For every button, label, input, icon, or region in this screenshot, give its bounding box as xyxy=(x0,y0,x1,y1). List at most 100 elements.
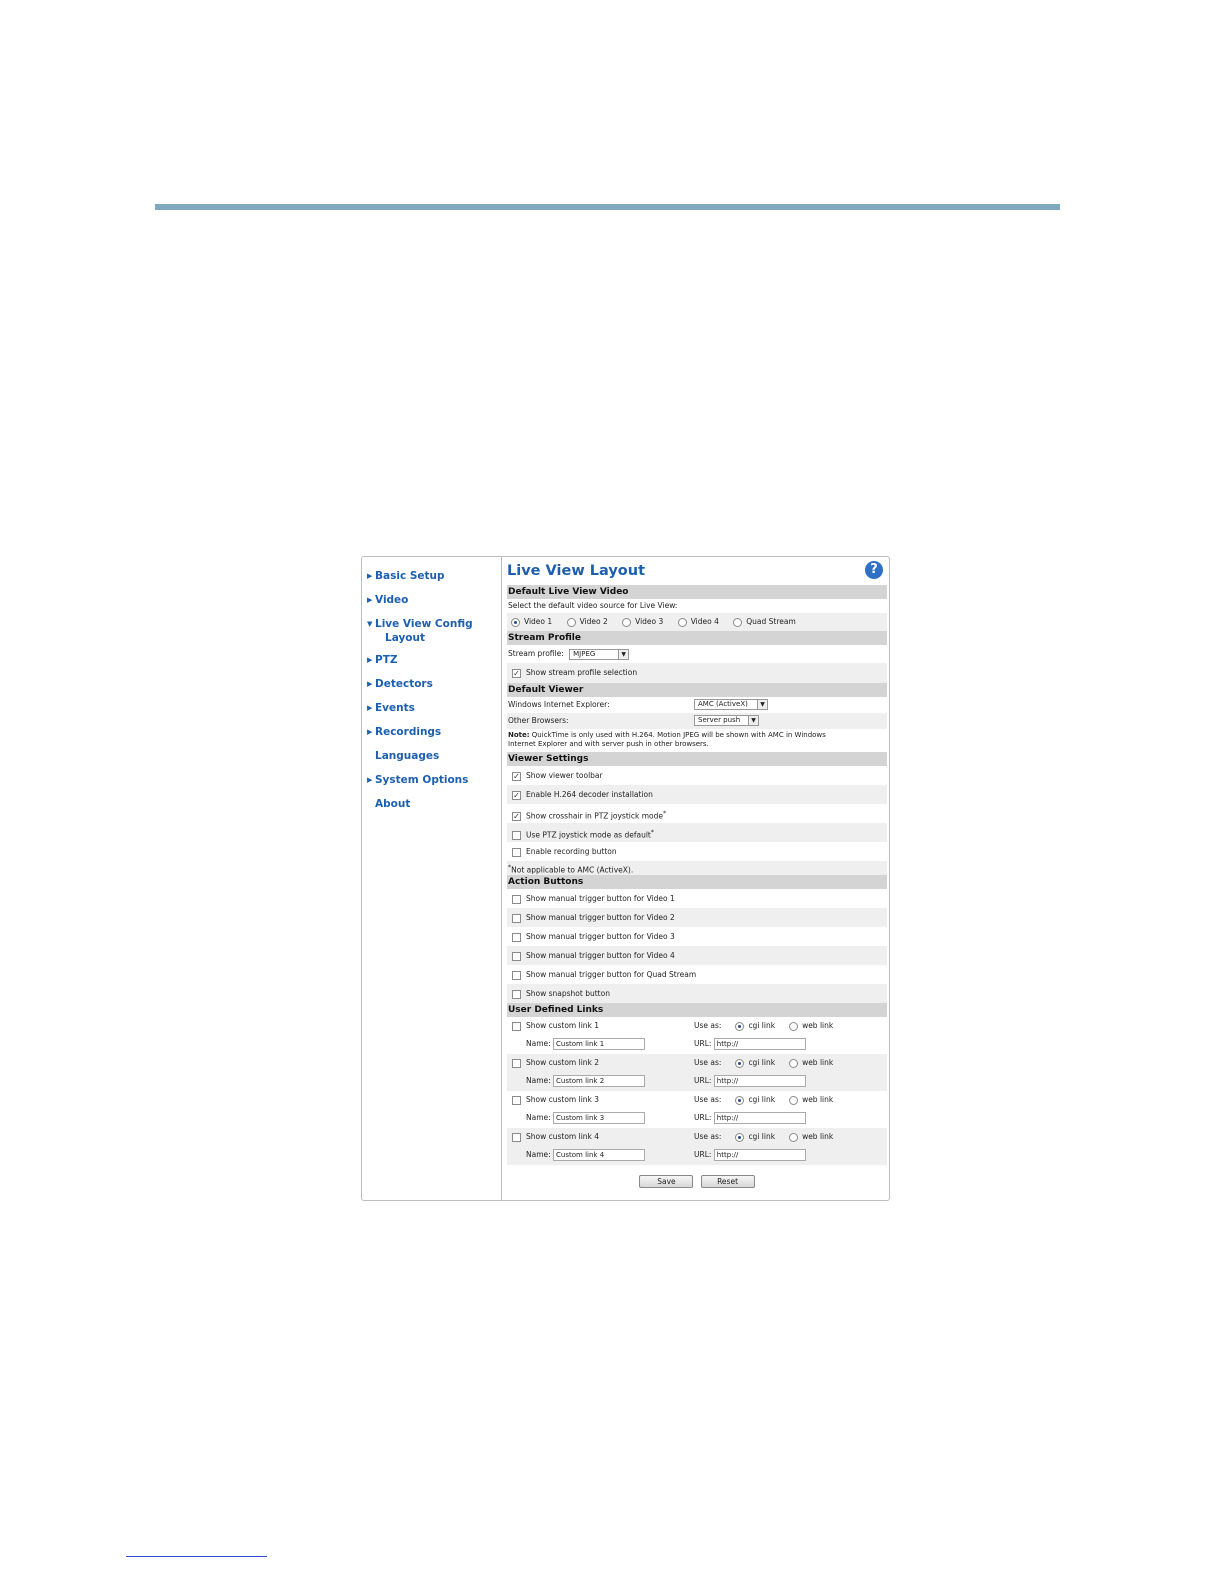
trigger-video-4-checkbox[interactable] xyxy=(512,951,521,961)
action-button-row: Show manual trigger button for Video 4 xyxy=(507,946,887,965)
chevron-down-icon: ▼ xyxy=(367,620,373,628)
web-link-radio[interactable] xyxy=(789,1095,799,1105)
video-source-radio-group: Video 1 Video 2 Video 3 Video 4 Quad Str… xyxy=(507,613,887,631)
sidebar-item-ptz[interactable]: ▶ PTZ xyxy=(362,653,501,677)
settings-window: ▶ Basic Setup ▶ Video ▼ Live View Config Lay… xyxy=(361,556,890,1201)
viewer-note: Note: QuickTime is only used with H.264.… xyxy=(508,731,826,748)
show-stream-profile-row: ✓ Show stream profile selection xyxy=(507,663,887,683)
ie-viewer-row: Windows Internet Explorer: AMC (ActiveX)… xyxy=(507,697,887,713)
chevron-right-icon: ▶ xyxy=(367,680,373,688)
top-divider xyxy=(155,204,1060,210)
save-button[interactable]: Save xyxy=(639,1175,694,1188)
radio-video-3[interactable] xyxy=(622,617,632,627)
section-user-defined-links: User Defined Links xyxy=(507,1003,887,1017)
section-viewer-settings: Viewer Settings xyxy=(507,752,887,766)
custom-link-url-input[interactable]: http:// xyxy=(713,1112,806,1124)
sidebar-item-recordings[interactable]: ▶ Recordings xyxy=(362,725,501,749)
stream-profile-row: Stream profile: MJPEG ▼ xyxy=(507,645,887,663)
viewer-setting-row: Enable recording button xyxy=(507,842,887,861)
radio-video-1[interactable] xyxy=(511,617,520,627)
sidebar-item-events[interactable]: ▶ Events xyxy=(362,701,501,725)
sidebar-subitem-layout[interactable]: Layout xyxy=(375,631,501,645)
section-default-viewer: Default Viewer xyxy=(507,683,887,697)
ie-viewer-select[interactable]: AMC (ActiveX) ▼ xyxy=(694,699,768,710)
viewer-setting-row: Use PTZ joystick mode as default* xyxy=(507,823,887,842)
help-icon[interactable]: ? xyxy=(865,561,883,579)
section-default-live-view-video: Default Live View Video xyxy=(507,585,887,599)
dropdown-arrow-icon: ▼ xyxy=(748,716,758,725)
snapshot-button-checkbox[interactable] xyxy=(512,989,521,999)
enable-h264-decoder-checkbox[interactable]: ✓ xyxy=(512,790,521,800)
viewer-setting-row: ✓ Show crosshair in PTZ joystick mode* xyxy=(512,810,667,821)
custom-link-name-input[interactable]: Custom link 4 xyxy=(553,1149,646,1161)
viewer-setting-row: ✓ Show viewer toolbar xyxy=(512,771,603,781)
sidebar-item-languages[interactable]: Languages xyxy=(362,749,501,773)
show-custom-link-3-checkbox[interactable] xyxy=(512,1095,521,1105)
show-stream-profile-checkbox[interactable]: ✓ xyxy=(512,668,521,678)
cgi-link-radio[interactable] xyxy=(735,1021,745,1031)
web-link-radio[interactable] xyxy=(789,1132,799,1142)
page-title: Live View Layout xyxy=(507,563,646,579)
show-viewer-toolbar-checkbox[interactable]: ✓ xyxy=(512,771,521,781)
custom-link-url-input[interactable]: http:// xyxy=(713,1149,806,1161)
custom-link-name-input[interactable]: Custom link 2 xyxy=(553,1075,646,1087)
chevron-right-icon: ▶ xyxy=(367,596,373,604)
radio-video-2[interactable] xyxy=(566,617,576,627)
sidebar-item-video[interactable]: ▶ Video xyxy=(362,593,501,617)
action-button-row: Show manual trigger button for Video 1 xyxy=(507,889,887,908)
show-custom-link-4-checkbox[interactable] xyxy=(512,1132,521,1142)
form-buttons: Save Reset xyxy=(507,1165,887,1188)
cgi-link-radio[interactable] xyxy=(735,1132,745,1142)
dropdown-arrow-icon: ▼ xyxy=(618,649,629,659)
custom-link-url-input[interactable]: http:// xyxy=(713,1038,806,1050)
other-browsers-select[interactable]: Server push ▼ xyxy=(694,715,759,726)
section-action-buttons: Action Buttons xyxy=(507,875,887,889)
sidebar-item-basic-setup[interactable]: ▶ Basic Setup xyxy=(362,569,501,593)
web-link-radio[interactable] xyxy=(789,1021,799,1031)
cgi-link-radio[interactable] xyxy=(735,1095,745,1105)
sidebar-item-detectors[interactable]: ▶ Detectors xyxy=(362,677,501,701)
chevron-right-icon: ▶ xyxy=(367,704,373,712)
chevron-right-icon: ▶ xyxy=(367,572,373,580)
trigger-video-1-checkbox[interactable] xyxy=(512,894,521,904)
action-button-row: Show snapshot button xyxy=(507,984,887,1003)
video-source-instruction: Select the default video source for Live… xyxy=(508,601,678,610)
custom-link-block: Show custom link 1 Use as: cgi link web li… xyxy=(507,1017,887,1054)
sidebar-item-system-options[interactable]: ▶ System Options xyxy=(362,773,501,797)
custom-link-name-input[interactable]: Custom link 3 xyxy=(553,1112,646,1124)
sidebar-item-live-view-config[interactable]: ▼ Live View Config Layout xyxy=(362,617,501,653)
section-stream-profile: Stream Profile xyxy=(507,631,887,645)
enable-recording-button-checkbox[interactable] xyxy=(512,847,521,857)
chevron-right-icon: ▶ xyxy=(367,728,373,736)
trigger-video-3-checkbox[interactable] xyxy=(512,932,521,942)
radio-video-4[interactable] xyxy=(677,617,687,627)
ptz-joystick-default-checkbox[interactable] xyxy=(512,831,521,840)
chevron-right-icon: ▶ xyxy=(367,656,373,664)
trigger-quad-stream-checkbox[interactable] xyxy=(512,970,521,980)
action-button-row: Show manual trigger button for Quad Stre… xyxy=(507,965,887,984)
custom-link-block: Show custom link 3 Use as: cgi link web li… xyxy=(507,1091,887,1128)
dropdown-arrow-icon: ▼ xyxy=(757,700,767,709)
custom-link-block: Show custom link 2 Use as: cgi link web li… xyxy=(507,1054,887,1091)
cgi-link-radio[interactable] xyxy=(735,1058,745,1068)
other-browsers-row: Other Browsers: Server push ▼ xyxy=(507,713,887,729)
trigger-video-2-checkbox[interactable] xyxy=(512,913,521,923)
web-link-radio[interactable] xyxy=(789,1058,799,1068)
show-custom-link-1-checkbox[interactable] xyxy=(512,1021,521,1031)
sidebar-nav: ▶ Basic Setup ▶ Video ▼ Live View Config Lay… xyxy=(362,557,502,1200)
custom-link-url-input[interactable]: http:// xyxy=(713,1075,806,1087)
footer-underline xyxy=(126,1556,267,1557)
stream-profile-select[interactable]: MJPEG ▼ xyxy=(569,648,630,660)
show-custom-link-2-checkbox[interactable] xyxy=(512,1058,521,1068)
radio-quad-stream[interactable] xyxy=(733,617,743,627)
sidebar-item-about[interactable]: About xyxy=(362,797,501,821)
action-button-row: Show manual trigger button for Video 3 xyxy=(507,927,887,946)
show-crosshair-checkbox[interactable]: ✓ xyxy=(512,812,521,821)
reset-button[interactable]: Reset xyxy=(700,1175,755,1188)
viewer-footnote: *Not applicable to AMC (ActiveX). xyxy=(507,861,887,875)
action-button-row: Show manual trigger button for Video 2 xyxy=(507,908,887,927)
custom-link-name-input[interactable]: Custom link 1 xyxy=(553,1038,646,1050)
main-panel: Live View Layout ? Default Live View Vid… xyxy=(507,557,887,1188)
chevron-right-icon: ▶ xyxy=(367,776,373,784)
custom-link-block: Show custom link 4 Use as: cgi link web li… xyxy=(507,1128,887,1165)
